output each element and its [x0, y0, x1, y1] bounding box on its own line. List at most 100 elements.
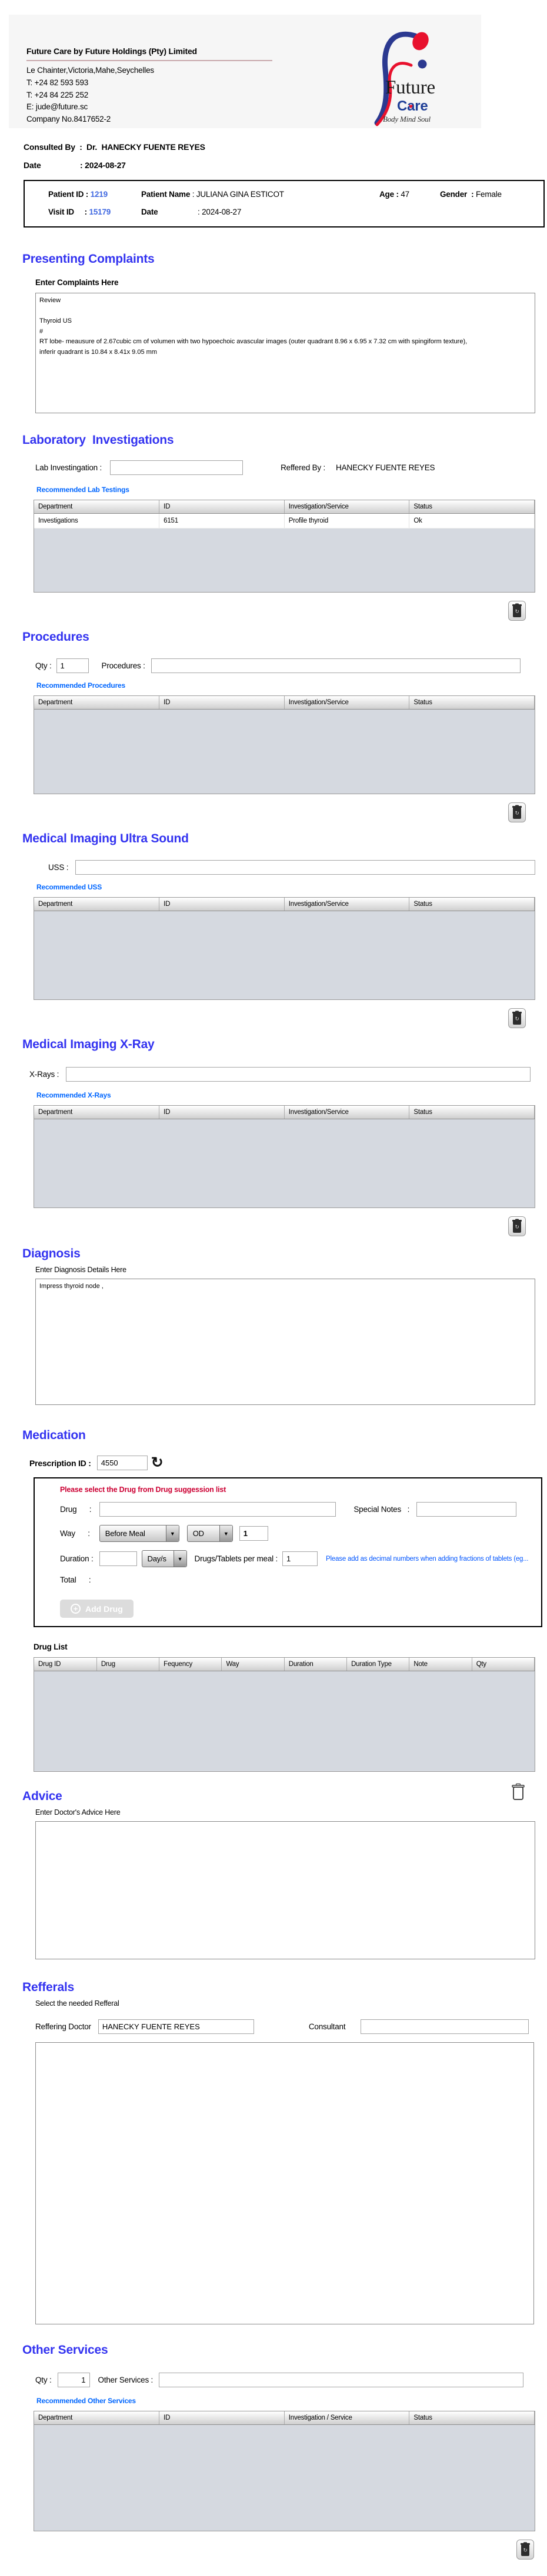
uss-delete-button[interactable]: ↻: [508, 1008, 526, 1028]
svg-text:↻: ↻: [515, 608, 519, 614]
company-number: Company No.8417652-2: [26, 115, 111, 124]
consulted-by-label: Consulted By : Dr.: [24, 142, 102, 152]
per-meal-input[interactable]: [282, 1551, 318, 1566]
meal-select[interactable]: Before Meal ▼: [99, 1525, 179, 1542]
chevron-down-icon: ▼: [173, 1551, 186, 1567]
column-header: Status: [409, 500, 535, 514]
frequency-qty-input[interactable]: [239, 1526, 268, 1541]
column-header: Qty: [472, 1658, 535, 1671]
column-header: ID: [159, 696, 285, 710]
column-header: ID: [159, 1106, 285, 1119]
table-cell: Ok: [409, 513, 535, 528]
lab-investigation-input[interactable]: [110, 460, 244, 475]
procedures-qty-input[interactable]: [56, 658, 89, 673]
duration-label: Duration :: [60, 1554, 94, 1563]
column-header: Status: [409, 696, 535, 710]
prescription-id-input[interactable]: [96, 1456, 148, 1470]
column-header: Investigation/Service: [284, 898, 410, 911]
svg-text:♥: ♥: [409, 102, 413, 111]
svg-text:↻: ↻: [523, 2547, 527, 2553]
column-header: Investigation/Service: [284, 500, 410, 514]
table-row[interactable]: Investigations 6151 Profile thyroid Ok: [34, 513, 535, 528]
visit-date: Date: 2024-08-27: [141, 208, 242, 216]
recommended-lab-testings-link[interactable]: Recommended Lab Testings: [36, 486, 547, 494]
referral-list-box[interactable]: [35, 2042, 534, 2324]
procedures-label: Procedures :: [101, 661, 145, 670]
section-title-ultrasound: Medical Imaging Ultra Sound: [22, 832, 189, 845]
advice-textarea[interactable]: [35, 1821, 535, 1959]
date-label: Date: [24, 160, 41, 170]
recommended-uss-link[interactable]: Recommended USS: [36, 883, 547, 891]
lab-delete-button[interactable]: ↻: [508, 601, 526, 621]
recommended-procedures-link[interactable]: Recommended Procedures: [36, 681, 547, 690]
date-value: : 2024-08-27: [80, 160, 126, 170]
drug-list-label: Drug List: [34, 1642, 68, 1651]
svg-text:Body Mind Soul: Body Mind Soul: [383, 115, 431, 123]
referrals-label: Select the needed Refferal: [35, 1999, 119, 2008]
trash-icon: ↻: [512, 1219, 522, 1233]
other-services-label: Other Services :: [98, 2376, 154, 2384]
column-header: Department: [34, 696, 160, 710]
referred-by-value: HANECKY FUENTE REYES: [336, 463, 435, 472]
patient-info-box: Patient ID : 1219 Patient Name : JULIANA…: [24, 180, 545, 228]
duration-input[interactable]: [99, 1551, 137, 1566]
drug-list-table: Drug ID Drug Fequency Way Duration Duration T…: [34, 1657, 535, 1772]
section-title-procedures: Procedures: [22, 630, 89, 644]
plus-icon: +: [71, 1604, 81, 1614]
consultant-input[interactable]: [361, 2019, 529, 2034]
consulted-by-line: Consulted By : Dr. HANECKY FUENTE REYES: [24, 142, 547, 152]
procedures-qty-label: Qty :: [35, 661, 52, 670]
drug-input[interactable]: [99, 1502, 336, 1517]
add-drug-button[interactable]: + Add Drug: [60, 1600, 134, 1618]
section-title-presenting-complaints: Presenting Complaints: [22, 252, 155, 266]
trash-icon: ↻: [521, 2542, 530, 2556]
company-info: Future Care by Future Holdings (Pty) Lim…: [26, 45, 272, 126]
refresh-icon[interactable]: ↻: [151, 1456, 164, 1470]
chevron-down-icon: ▼: [165, 1525, 179, 1541]
frequency-select[interactable]: OD ▼: [186, 1525, 233, 1542]
diagnosis-label: Enter Diagnosis Details Here: [35, 1266, 126, 1274]
section-title-other-services: Other Services: [22, 2343, 108, 2357]
duration-unit-select[interactable]: Day/s ▼: [141, 1550, 187, 1567]
column-header: Investigation / Service: [284, 2411, 410, 2425]
special-notes-label: Special Notes :: [353, 1505, 410, 1514]
xray-delete-button[interactable]: ↻: [508, 1216, 526, 1236]
column-header: Drug: [96, 1658, 160, 1671]
advice-delete-button[interactable]: [508, 1781, 528, 1802]
procedures-delete-button[interactable]: ↻: [508, 802, 526, 822]
other-qty-input[interactable]: [57, 2373, 90, 2387]
column-header: Note: [409, 1658, 472, 1671]
column-header: ID: [159, 2411, 285, 2425]
procedures-input[interactable]: [151, 658, 521, 673]
column-header: Department: [34, 1106, 160, 1119]
other-services-input[interactable]: [159, 2373, 524, 2387]
xray-input[interactable]: [66, 1067, 531, 1082]
company-phone1: T: +24 82 593 593: [26, 78, 89, 87]
column-header: Status: [409, 898, 535, 911]
referring-doctor-input[interactable]: [98, 2019, 254, 2034]
drug-suggestion-alert: Please select the Drug from Drug suggess…: [60, 1486, 226, 1494]
advice-label: Enter Doctor's Advice Here: [35, 1808, 121, 1816]
section-title-medication: Medication: [22, 1428, 86, 1442]
column-header: Status: [409, 1106, 535, 1119]
column-header: ID: [159, 898, 285, 911]
trash-icon: ↻: [512, 1011, 522, 1025]
column-header: Investigation/Service: [284, 696, 410, 710]
table-cell: 6151: [159, 513, 285, 528]
diagnosis-textarea[interactable]: Impress thyroid node ,: [35, 1279, 535, 1405]
patient-gender: Gender : Female: [440, 190, 502, 199]
recommended-other-services-link[interactable]: Recommended Other Services: [36, 2397, 547, 2405]
uss-input[interactable]: [75, 860, 536, 875]
special-notes-input[interactable]: [416, 1502, 517, 1517]
column-header: Status: [409, 2411, 535, 2425]
xray-label: X-Rays :: [29, 1070, 59, 1079]
decimal-note: Please add as decimal numbers when addin…: [326, 1555, 529, 1563]
recommended-xrays-link[interactable]: Recommended X-Rays: [36, 1091, 547, 1099]
other-services-delete-button[interactable]: ↻: [516, 2540, 534, 2560]
patient-age: Age : 47: [379, 190, 409, 199]
company-header: Future Care by Future Holdings (Pty) Lim…: [9, 15, 481, 128]
chevron-down-icon: ▼: [219, 1525, 232, 1541]
company-address: Le Chainter,Victoria,Mahe,Seychelles: [26, 65, 154, 75]
column-header: Drug ID: [34, 1658, 97, 1671]
complaints-textarea[interactable]: Review Thyroid US # RT lobe- meausure of…: [35, 293, 535, 413]
